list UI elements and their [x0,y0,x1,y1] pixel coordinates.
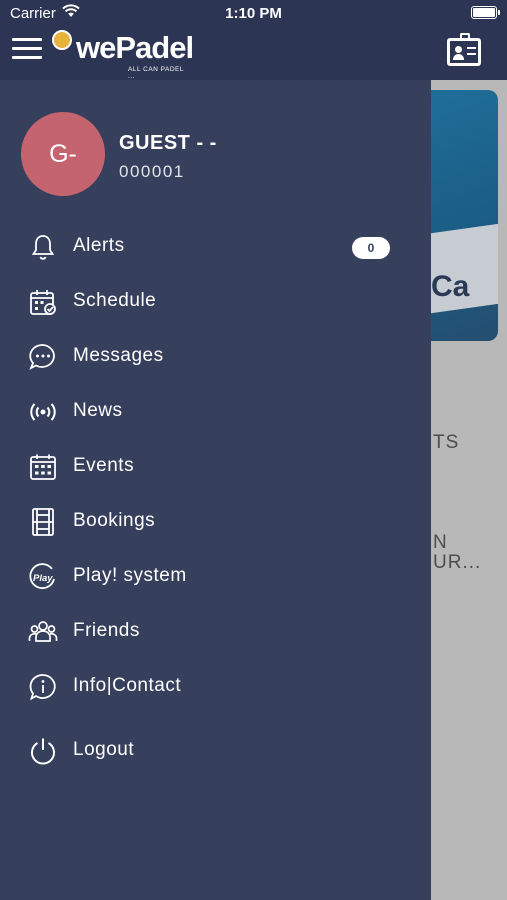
alerts-count-badge: 0 [352,237,390,259]
friends-icon [28,621,58,642]
menu-item-friends[interactable]: Friends [0,611,431,655]
menu-item-label: Friends [73,620,140,641]
avatar[interactable]: G- [21,112,105,196]
play-logo-icon: Play [29,563,55,589]
menu-item-label: Alerts [73,235,125,256]
clock: 1:10 PM [225,5,282,22]
battery-icon [471,6,497,19]
calendar-check-icon [30,290,56,315]
app-logo: wePadel ALL CAN PADEL ... [52,28,194,80]
power-icon [31,738,55,765]
broadcast-icon [30,403,56,421]
menu-item-label: Events [73,455,135,476]
status-bar: Carrier 1:10 PM [0,0,507,28]
info-icon [29,674,56,701]
menu-item-info-contact[interactable]: Info|Contact [0,666,431,710]
user-name: GUEST - - [119,132,217,154]
court-icon [32,508,54,536]
app-header: wePadel ALL CAN PADEL ... [0,28,507,80]
background-text-2: N [433,532,448,553]
background-text-3: UR... [433,552,482,573]
chat-bubble-icon [29,344,55,370]
background-text-1: TS [433,432,460,453]
contact-card-icon[interactable] [447,33,481,66]
svg-text:Play: Play [33,573,53,584]
calendar-grid-icon [30,454,56,480]
menu-item-news[interactable]: News [0,391,431,435]
menu-item-label: Logout [73,739,135,760]
menu-item-label: Bookings [73,510,156,531]
menu-item-alerts[interactable]: Alerts 0 [0,226,431,270]
hamburger-menu-icon[interactable] [12,38,42,62]
menu-item-schedule[interactable]: Schedule [0,281,431,325]
navigation-drawer: G- GUEST - - 000001 Alerts 0 Schedule Me… [0,80,431,900]
banner-text: Ca [431,270,470,303]
menu-item-logout[interactable]: Logout [0,730,431,774]
battery-tip [498,10,500,15]
menu-item-label: Play! system [73,565,187,586]
menu-item-events[interactable]: Events [0,446,431,490]
background-content-overlay[interactable]: Ca TS N UR... [431,80,507,900]
menu-item-messages[interactable]: Messages [0,336,431,380]
menu-item-bookings[interactable]: Bookings [0,501,431,545]
background-banner-image: Ca [431,90,498,341]
logo-text: wePadel [76,30,194,65]
menu-item-label: Schedule [73,290,157,311]
menu-item-label: Messages [73,345,164,366]
logo-tagline: ALL CAN PADEL ... [128,66,184,80]
menu-item-label: News [73,400,123,421]
bell-icon [31,235,55,260]
menu-item-play-system[interactable]: Play Play! system [0,556,431,600]
top-bar: Carrier 1:10 PM wePadel ALL CAN PADEL ..… [0,0,507,80]
padel-ball-icon [52,30,72,50]
menu-item-label: Info|Contact [73,675,182,696]
user-id: 000001 [119,162,185,181]
avatar-initials: G- [49,139,77,168]
